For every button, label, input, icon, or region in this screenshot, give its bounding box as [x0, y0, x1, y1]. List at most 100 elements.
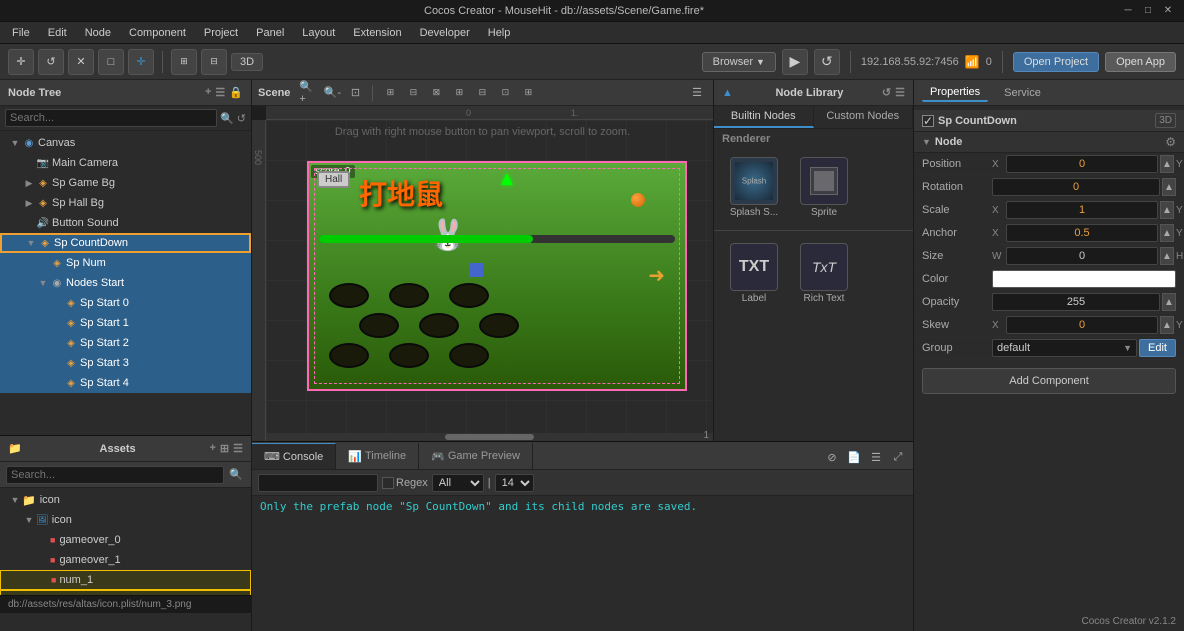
- node-tree-search-input[interactable]: [5, 109, 217, 127]
- menu-item-file[interactable]: File: [4, 25, 38, 41]
- scene-tool1[interactable]: ⊞: [380, 83, 400, 103]
- scene-menu-icon[interactable]: ☰: [687, 83, 707, 103]
- anchor-x-input[interactable]: [1006, 224, 1158, 242]
- console-clear-btn[interactable]: ⊘: [823, 448, 841, 466]
- tree-item-sp-start-3[interactable]: ▶ ◈ Sp Start 3: [0, 353, 251, 373]
- add-component-button[interactable]: Add Component: [922, 368, 1176, 394]
- tree-item-sp-start-1[interactable]: ▶ ◈ Sp Start 1: [0, 313, 251, 333]
- tool-extra2[interactable]: ⊟: [201, 49, 227, 75]
- regex-check[interactable]: [382, 477, 394, 489]
- tree-item-main-camera[interactable]: ▶ 📷 Main Camera: [0, 153, 251, 173]
- open-project-button[interactable]: Open Project: [1013, 52, 1099, 72]
- asset-item-gameover0[interactable]: ▶ ■ gameover_0: [0, 530, 251, 550]
- rotation-input[interactable]: [992, 178, 1160, 196]
- assets-add-icon[interactable]: +: [209, 442, 215, 455]
- lib-item-label[interactable]: TXT Label: [722, 239, 786, 308]
- menu-item-developer[interactable]: Developer: [412, 25, 478, 41]
- group-dropdown[interactable]: default ▼: [992, 339, 1137, 357]
- maximize-button[interactable]: □: [1140, 3, 1156, 19]
- menu-item-layout[interactable]: Layout: [294, 25, 343, 41]
- asset-item-icon-atlas[interactable]: ▼ 🖼 icon: [0, 510, 251, 530]
- lib-item-splash[interactable]: Splash Splash S...: [722, 153, 786, 222]
- group-edit-button[interactable]: Edit: [1139, 339, 1176, 357]
- zoom-in-button[interactable]: 🔍+: [299, 83, 319, 103]
- tab-builtin-nodes[interactable]: Builtin Nodes: [714, 106, 814, 128]
- scale-x-up[interactable]: ▲: [1160, 201, 1174, 219]
- menu-item-component[interactable]: Component: [121, 25, 194, 41]
- scale-x-input[interactable]: [1006, 201, 1158, 219]
- tab-console[interactable]: ⌨ Console: [252, 443, 336, 469]
- tab-timeline[interactable]: 📊 Timeline: [336, 443, 419, 469]
- color-picker[interactable]: [992, 270, 1176, 288]
- scene-tool2[interactable]: ⊟: [403, 83, 423, 103]
- minimize-button[interactable]: ─: [1120, 3, 1136, 19]
- browser-button[interactable]: Browser ▼: [702, 52, 776, 72]
- tool-extra1[interactable]: ⊞: [171, 49, 197, 75]
- tree-item-sp-start-4[interactable]: ▶ ◈ Sp Start 4: [0, 373, 251, 393]
- console-content[interactable]: Only the prefab node "Sp CountDown" and …: [252, 496, 913, 631]
- scene-viewport[interactable]: 0 1. 500 Drag with right mouse button to…: [252, 106, 713, 441]
- assets-menu-icon[interactable]: ☰: [233, 442, 243, 455]
- tree-item-sp-hall-bg[interactable]: ▶ ◈ Sp Hall Bg: [0, 193, 251, 213]
- tree-item-button-sound[interactable]: ▶ 🔊 Button Sound: [0, 213, 251, 233]
- node-tree-lock-icon[interactable]: 🔒: [229, 86, 243, 99]
- menu-item-project[interactable]: Project: [196, 25, 246, 41]
- node-section[interactable]: ▼ Node ⚙: [914, 132, 1184, 153]
- tab-service[interactable]: Service: [996, 85, 1049, 101]
- menu-item-node[interactable]: Node: [77, 25, 119, 41]
- tab-game-preview[interactable]: 🎮 Game Preview: [419, 443, 533, 469]
- rot-up[interactable]: ▲: [1162, 178, 1176, 196]
- console-expand-btn[interactable]: ⤢: [889, 448, 907, 466]
- tab-custom-nodes[interactable]: Custom Nodes: [814, 106, 914, 128]
- tree-item-canvas[interactable]: ▼ ◉ Canvas: [0, 133, 251, 153]
- scene-tool7[interactable]: ⊞: [518, 83, 538, 103]
- refresh-tree-icon[interactable]: ↺: [237, 112, 246, 125]
- lib-item-richtext[interactable]: TxT Rich Text: [792, 239, 856, 308]
- opacity-up[interactable]: ▲: [1162, 293, 1176, 311]
- console-level-select[interactable]: All Info Warn Error: [432, 474, 484, 492]
- tree-item-sp-start-2[interactable]: ▶ ◈ Sp Start 2: [0, 333, 251, 353]
- tool-rect[interactable]: □: [98, 49, 124, 75]
- tree-item-sp-game-bg[interactable]: ▶ ◈ Sp Game Bg: [0, 173, 251, 193]
- refresh-button[interactable]: ↺: [814, 49, 840, 75]
- size-w-input[interactable]: [1006, 247, 1158, 265]
- tool-cancel[interactable]: ✕: [68, 49, 94, 75]
- tool-add[interactable]: ✛: [8, 49, 34, 75]
- tree-item-sp-countdown[interactable]: ▼ ◈ Sp CountDown: [0, 233, 251, 253]
- console-menu-btn[interactable]: ☰: [867, 448, 885, 466]
- asset-item-icon-folder[interactable]: ▼ 📁 icon: [0, 490, 251, 510]
- assets-search-btn[interactable]: 🔍: [227, 466, 245, 484]
- 3d-toggle[interactable]: 3D: [231, 53, 263, 71]
- opacity-input[interactable]: [992, 293, 1160, 311]
- scene-tool5[interactable]: ⊟: [472, 83, 492, 103]
- hall-button[interactable]: Hall: [317, 171, 350, 188]
- tree-item-sp-start-0[interactable]: ▶ ◈ Sp Start 0: [0, 293, 251, 313]
- section-gear-node[interactable]: ⚙: [1165, 135, 1176, 149]
- position-x-input[interactable]: [1006, 155, 1158, 173]
- menu-item-extension[interactable]: Extension: [345, 25, 409, 41]
- zoom-out-button[interactable]: 🔍-: [322, 83, 342, 103]
- node-tree-menu-icon[interactable]: ☰: [215, 86, 225, 99]
- size-w-up[interactable]: ▲: [1160, 247, 1174, 265]
- scene-tool4[interactable]: ⊞: [449, 83, 469, 103]
- tool-undo[interactable]: ↺: [38, 49, 64, 75]
- menu-item-panel[interactable]: Panel: [248, 25, 292, 41]
- tree-item-nodes-start[interactable]: ▼ ◉ Nodes Start: [0, 273, 251, 293]
- pos-x-up[interactable]: ▲: [1160, 155, 1174, 173]
- scene-tool3[interactable]: ⊠: [426, 83, 446, 103]
- node-tree-add-icon[interactable]: +: [205, 86, 211, 99]
- lib-item-sprite[interactable]: Sprite: [792, 153, 856, 222]
- open-app-button[interactable]: Open App: [1105, 52, 1176, 72]
- menu-item-edit[interactable]: Edit: [40, 25, 75, 41]
- node-lib-refresh-icon[interactable]: ↺: [882, 86, 891, 99]
- assets-filter-icon[interactable]: ⊞: [220, 442, 229, 455]
- node-lib-menu-icon[interactable]: ☰: [895, 86, 905, 99]
- console-file-btn[interactable]: 📄: [845, 448, 863, 466]
- asset-item-gameover1[interactable]: ▶ ■ gameover_1: [0, 550, 251, 570]
- asset-item-num1[interactable]: ▶ ■ num_1: [0, 570, 251, 590]
- play-button[interactable]: ▶: [782, 49, 808, 75]
- console-fontsize-select[interactable]: 14 12 16: [495, 474, 534, 492]
- menu-item-help[interactable]: Help: [480, 25, 519, 41]
- skew-x-input[interactable]: [1006, 316, 1158, 334]
- scene-tool6[interactable]: ⊡: [495, 83, 515, 103]
